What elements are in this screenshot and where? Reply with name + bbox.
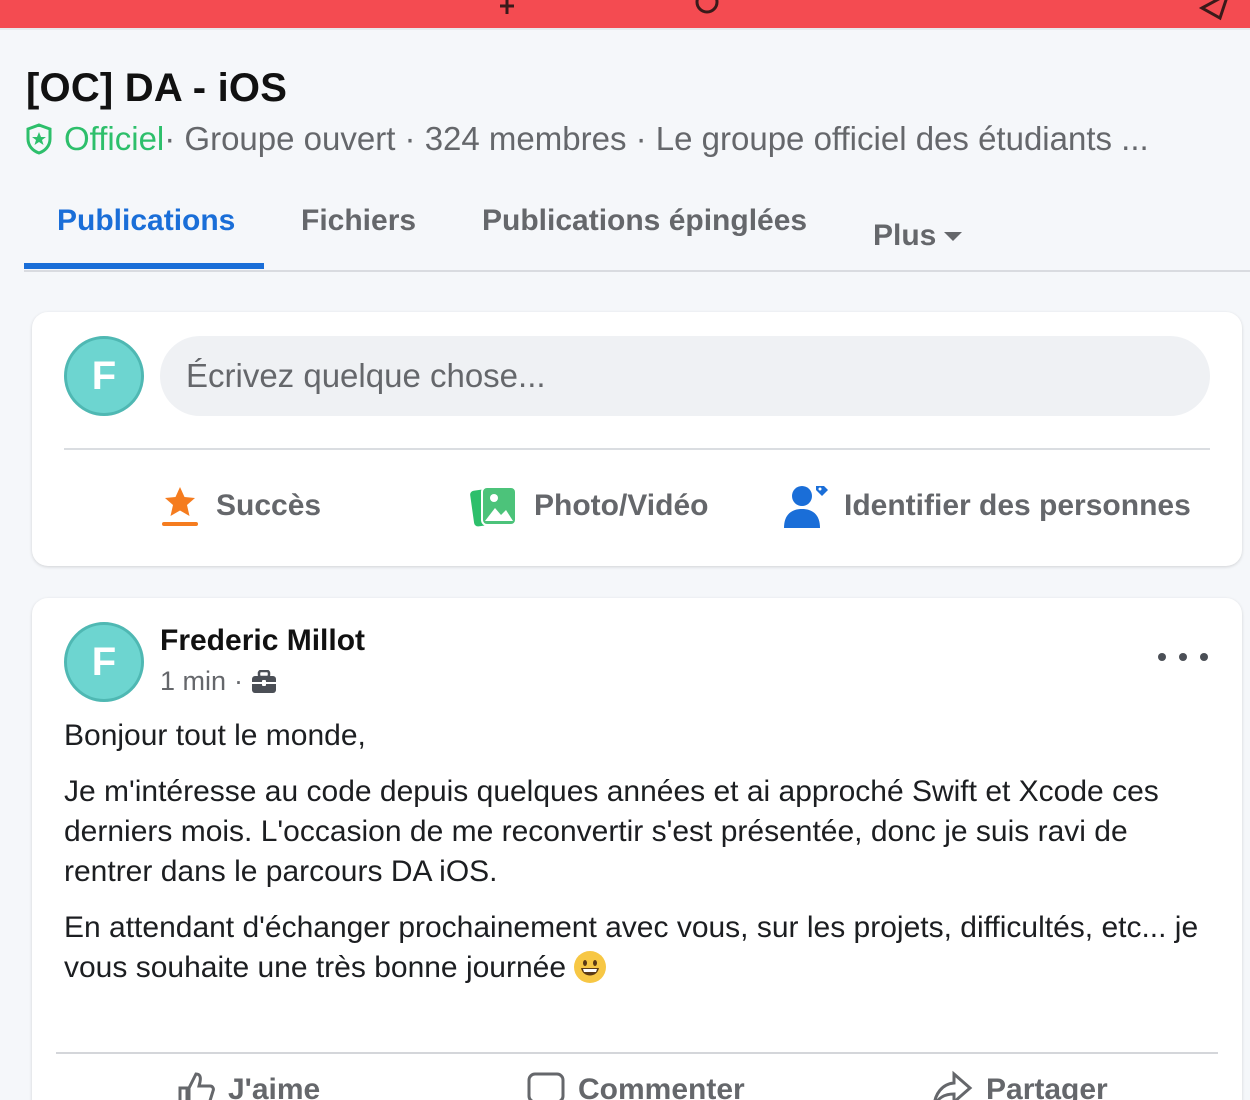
star-badge-icon bbox=[158, 484, 202, 528]
official-label: Officiel bbox=[64, 120, 165, 157]
like-label: J'aime bbox=[228, 1073, 321, 1100]
shield-star-icon bbox=[26, 123, 52, 155]
composer-input[interactable]: Écrivez quelque chose... bbox=[160, 336, 1210, 416]
caret-down-icon bbox=[944, 232, 963, 241]
active-tab-indicator bbox=[24, 263, 264, 269]
group-title: [OC] DA - iOS bbox=[26, 66, 288, 110]
more-options-icon[interactable] bbox=[1158, 642, 1208, 672]
tag-people-button[interactable]: Identifier des personnes bbox=[782, 480, 1191, 532]
tab-plus-label: Plus bbox=[873, 219, 937, 252]
post-body: Bonjour tout le monde, Je m'intéresse au… bbox=[64, 716, 1224, 1004]
circle-icon[interactable] bbox=[692, 0, 722, 22]
avatar[interactable]: F bbox=[64, 336, 144, 416]
post-paragraph: Je m'intéresse au code depuis quelques a… bbox=[64, 775, 1159, 888]
tag-person-icon bbox=[782, 482, 830, 530]
comment-button[interactable]: Commenter bbox=[526, 1068, 745, 1100]
status-bar bbox=[0, 0, 1250, 30]
post-paragraph-text: En attendant d'échanger prochainement av… bbox=[64, 911, 1199, 984]
send-icon[interactable] bbox=[1198, 0, 1232, 22]
tab-fichiers[interactable]: Fichiers bbox=[301, 202, 416, 270]
share-icon bbox=[930, 1070, 974, 1100]
comment-label: Commenter bbox=[578, 1073, 745, 1100]
success-button[interactable]: Succès bbox=[158, 480, 321, 532]
post-card: F Frederic Millot 1 min · Bonjour tout l… bbox=[32, 598, 1242, 1100]
plus-icon[interactable] bbox=[492, 0, 522, 22]
tab-plus[interactable]: Plus bbox=[873, 202, 964, 270]
tag-people-label: Identifier des personnes bbox=[844, 489, 1191, 522]
post-paragraph-last: En attendant d'échanger prochainement av… bbox=[64, 908, 1224, 988]
group-meta-text: · Groupe ouvert · 324 membres · Le group… bbox=[164, 120, 1149, 157]
post-meta: 1 min · bbox=[160, 666, 277, 697]
group-tabs: Publications Fichiers Publications éping… bbox=[24, 192, 1250, 270]
avatar[interactable]: F bbox=[64, 622, 144, 702]
photo-icon bbox=[470, 483, 520, 529]
grinning-emoji-icon bbox=[574, 951, 607, 983]
photo-video-button[interactable]: Photo/Vidéo bbox=[470, 480, 708, 532]
share-button[interactable]: Partager bbox=[930, 1068, 1108, 1100]
tab-publications[interactable]: Publications bbox=[57, 202, 235, 270]
comment-icon bbox=[526, 1070, 566, 1100]
header-divider bbox=[24, 270, 1250, 272]
post-paragraph: Bonjour tout le monde, bbox=[64, 719, 366, 752]
group-meta: Officiel · Groupe ouvert · 324 membres ·… bbox=[26, 120, 1226, 158]
divider bbox=[64, 448, 1210, 450]
post-author[interactable]: Frederic Millot bbox=[160, 624, 365, 658]
thumbs-up-icon bbox=[176, 1070, 216, 1100]
success-label: Succès bbox=[216, 489, 322, 522]
post-time[interactable]: 1 min bbox=[160, 666, 226, 697]
photo-video-label: Photo/Vidéo bbox=[534, 489, 709, 522]
share-label: Partager bbox=[986, 1073, 1108, 1100]
work-group-icon bbox=[252, 669, 277, 693]
group-header: [OC] DA - iOS Officiel · Groupe ouvert ·… bbox=[0, 32, 1250, 272]
composer-card: F Écrivez quelque chose... Succès Photo/… bbox=[32, 312, 1242, 566]
divider bbox=[56, 1052, 1218, 1054]
tab-publications-epinglees[interactable]: Publications épinglées bbox=[482, 202, 807, 270]
meta-separator: · bbox=[234, 666, 244, 696]
like-button[interactable]: J'aime bbox=[176, 1068, 320, 1100]
